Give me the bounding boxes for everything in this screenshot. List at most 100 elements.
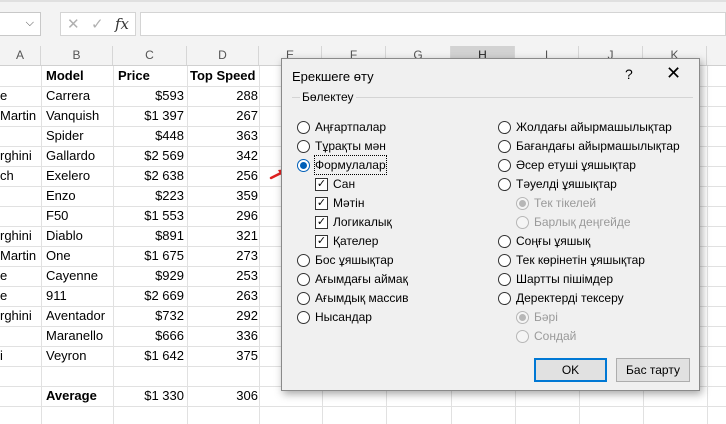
insert-function-icon[interactable]: fx [115, 15, 129, 33]
cell[interactable] [0, 326, 41, 346]
header-cell[interactable]: Model [46, 66, 112, 86]
cell[interactable]: 359 [188, 186, 258, 206]
cell[interactable]: Exelero [46, 166, 112, 186]
cell[interactable]: $666 [114, 326, 184, 346]
cell[interactable] [0, 186, 41, 206]
cell[interactable]: $891 [114, 226, 184, 246]
cell[interactable]: 911 [46, 286, 112, 306]
cell[interactable]: Cayenne [46, 266, 112, 286]
checkbox-checked-icon[interactable]: ✓ [315, 216, 328, 229]
cell[interactable]: $2 569 [114, 146, 184, 166]
cell[interactable]: Vanquish [46, 106, 112, 126]
enter-entry-icon[interactable]: ✓ [91, 15, 104, 33]
cell[interactable]: $1 553 [114, 206, 184, 226]
cell[interactable]: Veyron [46, 346, 112, 366]
column-header-d[interactable]: D [187, 46, 259, 65]
close-button[interactable]: ✕ [666, 64, 681, 82]
radio-button[interactable] [498, 178, 511, 191]
header-cell[interactable]: Top Speed [190, 66, 260, 86]
cell[interactable]: 342 [188, 146, 258, 166]
name-box[interactable]: ⌵ [0, 12, 41, 36]
radio-button-selected[interactable] [297, 159, 310, 172]
radio-button[interactable] [297, 121, 310, 134]
cell[interactable]: $593 [114, 86, 184, 106]
average-speed[interactable]: 306 [188, 386, 258, 406]
cell[interactable]: $1 397 [114, 106, 184, 126]
cell[interactable]: 288 [188, 86, 258, 106]
radio-button[interactable] [498, 121, 511, 134]
cell[interactable]: One [46, 246, 112, 266]
cell[interactable]: Gallardo [46, 146, 112, 166]
cell[interactable]: $2 638 [114, 166, 184, 186]
radio-button[interactable] [297, 292, 310, 305]
cell[interactable]: Diablo [46, 226, 112, 246]
cell[interactable]: Aventador [46, 306, 112, 326]
cell[interactable]: 253 [188, 266, 258, 286]
cell[interactable]: 363 [188, 126, 258, 146]
cell[interactable]: $929 [114, 266, 184, 286]
cell[interactable]: i [0, 346, 41, 366]
cell[interactable] [0, 206, 41, 226]
formula-input[interactable] [140, 12, 726, 36]
radio-button[interactable] [297, 311, 310, 324]
option-label: Бос ұяшықтар [315, 253, 394, 267]
radio-button[interactable] [498, 159, 511, 172]
cell[interactable]: $2 669 [114, 286, 184, 306]
cell[interactable]: Martin [0, 246, 41, 266]
radio-button[interactable] [498, 140, 511, 153]
option-label: Тек тікелей [534, 196, 597, 210]
cell[interactable]: 292 [188, 306, 258, 326]
option-label: Сондай [534, 329, 577, 343]
cell[interactable]: Carrera [46, 86, 112, 106]
cell[interactable]: 375 [188, 346, 258, 366]
ok-button[interactable]: OK [534, 358, 607, 382]
cell[interactable]: $1 675 [114, 246, 184, 266]
average-label[interactable]: Average [46, 386, 112, 406]
option-label: Ағымдық массив [315, 291, 409, 305]
header-cell[interactable]: Price [118, 66, 188, 86]
radio-button[interactable] [297, 273, 310, 286]
cell[interactable]: 321 [188, 226, 258, 246]
cell[interactable]: $1 642 [114, 346, 184, 366]
checkbox-checked-icon[interactable]: ✓ [315, 197, 328, 210]
header-cell[interactable] [0, 66, 41, 86]
chevron-down-icon[interactable]: ⌵ [26, 17, 34, 30]
column-header-c[interactable]: C [113, 46, 187, 65]
cell[interactable] [0, 126, 41, 146]
cell[interactable]: e [0, 286, 41, 306]
cell[interactable]: 263 [188, 286, 258, 306]
cell[interactable]: 273 [188, 246, 258, 266]
column-header-b[interactable]: B [41, 46, 113, 65]
cancel-entry-icon[interactable]: ✕ [67, 15, 80, 33]
cell[interactable]: $732 [114, 306, 184, 326]
cell[interactable]: e [0, 86, 41, 106]
radio-button[interactable] [297, 254, 310, 267]
cell[interactable]: rghini [0, 146, 41, 166]
radio-button[interactable] [498, 254, 511, 267]
radio-button[interactable] [498, 235, 511, 248]
column-header-a[interactable]: A [0, 46, 41, 65]
cell[interactable]: $223 [114, 186, 184, 206]
cell[interactable]: ch [0, 166, 41, 186]
cell[interactable]: e [0, 266, 41, 286]
cell[interactable]: Maranello [46, 326, 112, 346]
average-price[interactable]: $1 330 [114, 386, 184, 406]
radio-button[interactable] [498, 292, 511, 305]
cell[interactable]: 296 [188, 206, 258, 226]
help-button[interactable]: ? [625, 66, 633, 82]
cell[interactable]: F50 [46, 206, 112, 226]
cell[interactable]: Martin [0, 106, 41, 126]
cell[interactable]: Enzo [46, 186, 112, 206]
cell[interactable]: rghini [0, 306, 41, 326]
checkbox-checked-icon[interactable]: ✓ [315, 178, 328, 191]
radio-button[interactable] [498, 273, 511, 286]
radio-button[interactable] [297, 140, 310, 153]
checkbox-checked-icon[interactable]: ✓ [315, 235, 328, 248]
cell[interactable]: rghini [0, 226, 41, 246]
cell[interactable]: 336 [188, 326, 258, 346]
cancel-button[interactable]: Бас тарту [616, 358, 690, 382]
cell[interactable]: 256 [188, 166, 258, 186]
cell[interactable]: Spider [46, 126, 112, 146]
cell[interactable]: $448 [114, 126, 184, 146]
cell[interactable]: 267 [188, 106, 258, 126]
